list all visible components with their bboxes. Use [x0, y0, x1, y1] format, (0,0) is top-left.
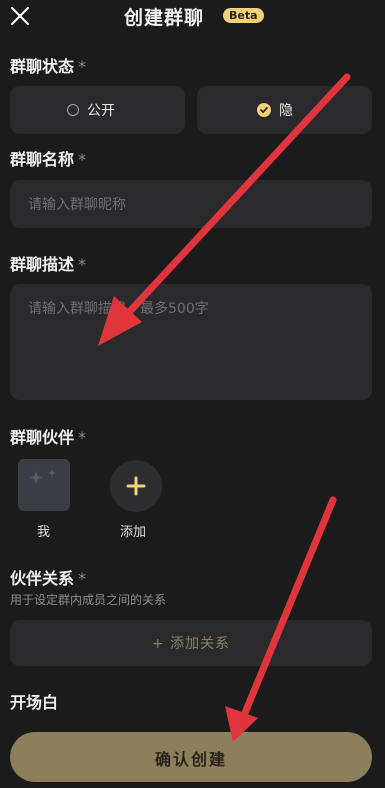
status-option-private-label: 隐 — [279, 103, 293, 119]
required-mark: * — [78, 428, 87, 447]
group-description-placeholder: 请输入群聊描述，最多500字 — [28, 301, 209, 317]
add-partner-button[interactable] — [110, 460, 162, 512]
description-label-text: 群聊描述 — [10, 255, 75, 274]
opening-label: 开场白 — [10, 693, 59, 712]
add-relation-button[interactable]: + 添加关系 — [10, 620, 372, 666]
partner-me-label: 我 — [37, 525, 51, 540]
status-label-text: 群聊状态 — [10, 57, 75, 76]
status-option-public-label: 公开 — [87, 103, 115, 119]
group-name-input[interactable]: 请输入群聊昵称 — [10, 180, 372, 228]
required-mark: * — [78, 150, 87, 169]
name-label-text: 群聊名称 — [10, 150, 75, 169]
required-mark: * — [78, 57, 87, 76]
relations-label: 伙伴关系 * — [10, 565, 86, 589]
sparkle-icon — [30, 469, 56, 484]
page-title: 创建群聊 — [124, 7, 205, 29]
add-relation-label: + 添加关系 — [151, 636, 231, 652]
description-label: 群聊描述 * — [10, 251, 86, 275]
partner-avatar-me[interactable] — [18, 459, 70, 511]
partners-label-text: 群聊伙伴 — [10, 428, 75, 447]
relations-label-text: 伙伴关系 — [10, 569, 75, 588]
partners-label: 群聊伙伴 * — [10, 424, 86, 448]
relations-hint: 用于设定群内成员之间的关系 — [10, 593, 167, 607]
required-mark: * — [78, 255, 87, 274]
status-option-private[interactable]: 隐 — [197, 86, 372, 134]
confirm-create-label: 确认创建 — [154, 750, 227, 769]
status-label: 群聊状态 * — [10, 53, 86, 77]
plus-icon — [126, 476, 146, 496]
top-bar: 创建群聊 Beta — [0, 0, 385, 40]
check-circle-icon — [257, 103, 271, 117]
add-partner-label: 添加 — [120, 525, 147, 540]
group-name-placeholder: 请输入群聊昵称 — [28, 197, 126, 213]
name-label: 群聊名称 * — [10, 146, 86, 170]
status-option-public[interactable]: 公开 — [10, 86, 185, 134]
beta-badge: Beta — [223, 8, 264, 23]
confirm-create-button[interactable]: 确认创建 — [10, 732, 372, 782]
required-mark: * — [78, 569, 87, 588]
group-description-textarea[interactable]: 请输入群聊描述，最多500字 — [10, 284, 372, 400]
close-icon[interactable] — [8, 4, 32, 28]
radio-unchecked-icon — [67, 104, 79, 116]
